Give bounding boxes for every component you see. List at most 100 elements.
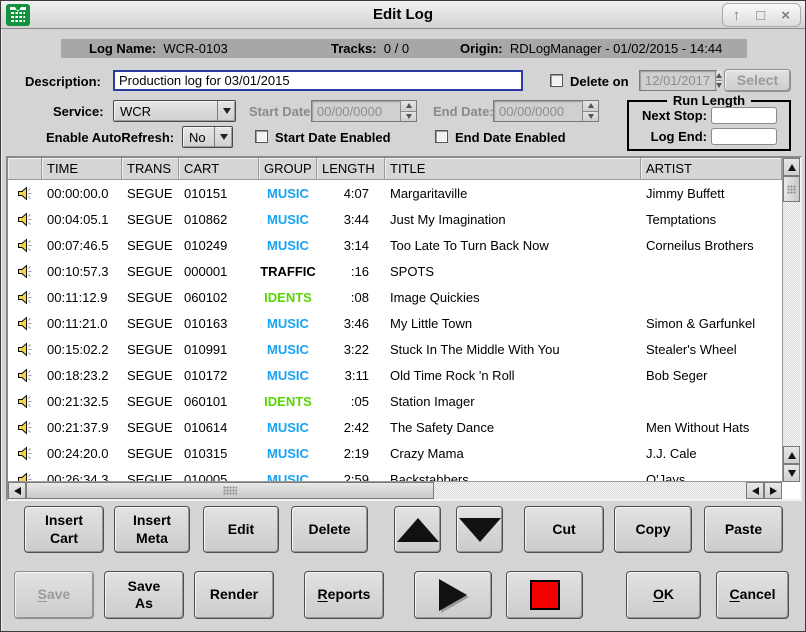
autorefresh-combo[interactable]: No bbox=[182, 126, 233, 148]
window-controls: ↑ □ × bbox=[722, 3, 801, 27]
log-table-body: 00:00:00.0 SEGUE 010151 MUSIC 4:07 Marga… bbox=[8, 180, 782, 482]
end-date-label: End Date: bbox=[433, 104, 494, 119]
cell-time: 00:24:20.0 bbox=[42, 446, 122, 461]
start-date-enabled-label: Start Date Enabled bbox=[275, 130, 391, 145]
end-date-enabled-label: End Date Enabled bbox=[455, 130, 566, 145]
cell-title: Image Quickies bbox=[385, 290, 641, 305]
start-date-enabled-checkbox[interactable] bbox=[255, 130, 268, 143]
scroll-left-icon[interactable] bbox=[746, 482, 764, 499]
description-input[interactable] bbox=[113, 70, 523, 91]
scroll-up-icon[interactable] bbox=[783, 158, 800, 176]
delete-on-date-spinbox[interactable]: 12/01/2017 bbox=[639, 70, 717, 91]
horizontal-scrollbar-thumb[interactable] bbox=[26, 482, 434, 499]
vertical-scrollbar-track[interactable] bbox=[783, 202, 800, 446]
reports-button[interactable]: Reports bbox=[304, 571, 384, 619]
table-row[interactable]: 00:11:21.0 SEGUE 010163 MUSIC 3:46 My Li… bbox=[8, 310, 782, 336]
shade-icon[interactable]: ↑ bbox=[733, 7, 741, 24]
run-length-title: Run Length bbox=[667, 93, 751, 108]
cell-time: 00:21:32.5 bbox=[42, 394, 122, 409]
cell-time: 00:11:12.9 bbox=[42, 290, 122, 305]
table-row[interactable]: 00:10:57.3 SEGUE 000001 TRAFFIC :16 SPOT… bbox=[8, 258, 782, 284]
scroll-up-icon[interactable] bbox=[783, 446, 800, 464]
tracks-count: Tracks: 0 / 0 bbox=[331, 41, 409, 56]
start-date-spinbox[interactable]: 00/00/0000 bbox=[311, 100, 417, 122]
scroll-right-icon[interactable] bbox=[764, 482, 782, 499]
speaker-icon bbox=[8, 185, 42, 202]
cell-trans: SEGUE bbox=[122, 316, 179, 331]
cell-time: 00:11:21.0 bbox=[42, 316, 122, 331]
column-header-time[interactable]: TIME bbox=[42, 158, 122, 180]
cell-title: Stuck In The Middle With You bbox=[385, 342, 641, 357]
close-icon[interactable]: × bbox=[781, 7, 790, 24]
cell-title: Too Late To Turn Back Now bbox=[385, 238, 641, 253]
column-header-title[interactable]: TITLE bbox=[385, 158, 641, 180]
column-header-cart[interactable]: CART bbox=[179, 158, 259, 180]
ok-button[interactable]: OK bbox=[626, 571, 701, 619]
end-date-enabled-checkbox[interactable] bbox=[435, 130, 448, 143]
edit-button[interactable]: Edit bbox=[203, 506, 279, 553]
horizontal-scrollbar-track[interactable] bbox=[434, 482, 746, 499]
cut-button[interactable]: Cut bbox=[524, 506, 604, 553]
table-row[interactable]: 00:21:37.9 SEGUE 010614 MUSIC 2:42 The S… bbox=[8, 414, 782, 440]
date-spinner[interactable] bbox=[400, 101, 416, 121]
date-spinner[interactable] bbox=[582, 101, 598, 121]
column-header-icon[interactable] bbox=[8, 158, 42, 180]
speaker-icon bbox=[8, 211, 42, 228]
delete-on-checkbox[interactable] bbox=[550, 74, 563, 87]
service-label: Service: bbox=[53, 104, 104, 119]
next-stop-field bbox=[711, 107, 777, 124]
cell-cart: 010151 bbox=[179, 186, 259, 201]
maximize-icon[interactable]: □ bbox=[756, 7, 765, 24]
move-down-button[interactable] bbox=[456, 506, 503, 553]
column-header-length[interactable]: LENGTH bbox=[317, 158, 385, 180]
cell-time: 00:18:23.2 bbox=[42, 368, 122, 383]
scroll-down-icon[interactable] bbox=[783, 464, 800, 482]
column-header-group[interactable]: GROUP bbox=[259, 158, 317, 180]
insert-cart-button[interactable]: Insert Cart bbox=[24, 506, 104, 553]
copy-button[interactable]: Copy bbox=[614, 506, 692, 553]
cell-trans: SEGUE bbox=[122, 238, 179, 253]
vertical-scrollbar[interactable] bbox=[782, 158, 800, 482]
cell-cart: 060101 bbox=[179, 394, 259, 409]
vertical-scrollbar-thumb[interactable] bbox=[783, 176, 800, 202]
table-row[interactable]: 00:21:32.5 SEGUE 060101 IDENTS :05 Stati… bbox=[8, 388, 782, 414]
column-header-artist[interactable]: ARTIST bbox=[641, 158, 782, 180]
table-row[interactable]: 00:24:20.0 SEGUE 010315 MUSIC 2:19 Crazy… bbox=[8, 440, 782, 466]
table-row[interactable]: 00:00:00.0 SEGUE 010151 MUSIC 4:07 Marga… bbox=[8, 180, 782, 206]
horizontal-scrollbar[interactable] bbox=[8, 481, 782, 499]
cell-time: 00:21:37.9 bbox=[42, 420, 122, 435]
move-up-button[interactable] bbox=[394, 506, 441, 553]
table-row[interactable]: 00:11:12.9 SEGUE 060102 IDENTS :08 Image… bbox=[8, 284, 782, 310]
cell-artist: Corneilus Brothers bbox=[641, 238, 782, 253]
date-spinner[interactable] bbox=[715, 71, 722, 90]
cancel-button[interactable]: Cancel bbox=[716, 571, 789, 619]
table-row[interactable]: 00:18:23.2 SEGUE 010172 MUSIC 3:11 Old T… bbox=[8, 362, 782, 388]
delete-button[interactable]: Delete bbox=[291, 506, 368, 553]
stop-button[interactable] bbox=[506, 571, 583, 619]
window-title: Edit Log bbox=[1, 6, 805, 23]
table-row[interactable]: 00:07:46.5 SEGUE 010249 MUSIC 3:14 Too L… bbox=[8, 232, 782, 258]
cell-artist: Jimmy Buffett bbox=[641, 186, 782, 201]
play-button[interactable] bbox=[414, 571, 492, 619]
scroll-left-icon[interactable] bbox=[8, 482, 26, 499]
render-button[interactable]: Render bbox=[194, 571, 274, 619]
insert-meta-button[interactable]: Insert Meta bbox=[114, 506, 190, 553]
column-header-trans[interactable]: TRANS bbox=[122, 158, 179, 180]
select-date-button[interactable]: Select bbox=[724, 69, 791, 92]
table-row[interactable]: 00:26:34.3 SEGUE 010005 MUSIC 2:59 Backs… bbox=[8, 466, 782, 482]
down-arrow-icon bbox=[459, 518, 501, 542]
service-combo[interactable]: WCR bbox=[113, 100, 236, 122]
save-button[interactable]: Save bbox=[14, 571, 94, 619]
titlebar[interactable]: Edit Log ↑ □ × bbox=[1, 1, 805, 29]
log-table: TIME TRANS CART GROUP LENGTH TITLE ARTIS… bbox=[6, 156, 802, 501]
paste-button[interactable]: Paste bbox=[704, 506, 783, 553]
cell-cart: 010315 bbox=[179, 446, 259, 461]
log-name: Log Name: WCR-0103 bbox=[89, 41, 228, 56]
cell-trans: SEGUE bbox=[122, 368, 179, 383]
table-row[interactable]: 00:15:02.2 SEGUE 010991 MUSIC 3:22 Stuck… bbox=[8, 336, 782, 362]
save-as-button[interactable]: Save As bbox=[104, 571, 184, 619]
log-info-strip: Log Name: WCR-0103 Tracks: 0 / 0 Origin:… bbox=[61, 39, 747, 58]
table-row[interactable]: 00:04:05.1 SEGUE 010862 MUSIC 3:44 Just … bbox=[8, 206, 782, 232]
cell-artist: Bob Seger bbox=[641, 368, 782, 383]
end-date-spinbox[interactable]: 00/00/0000 bbox=[493, 100, 599, 122]
